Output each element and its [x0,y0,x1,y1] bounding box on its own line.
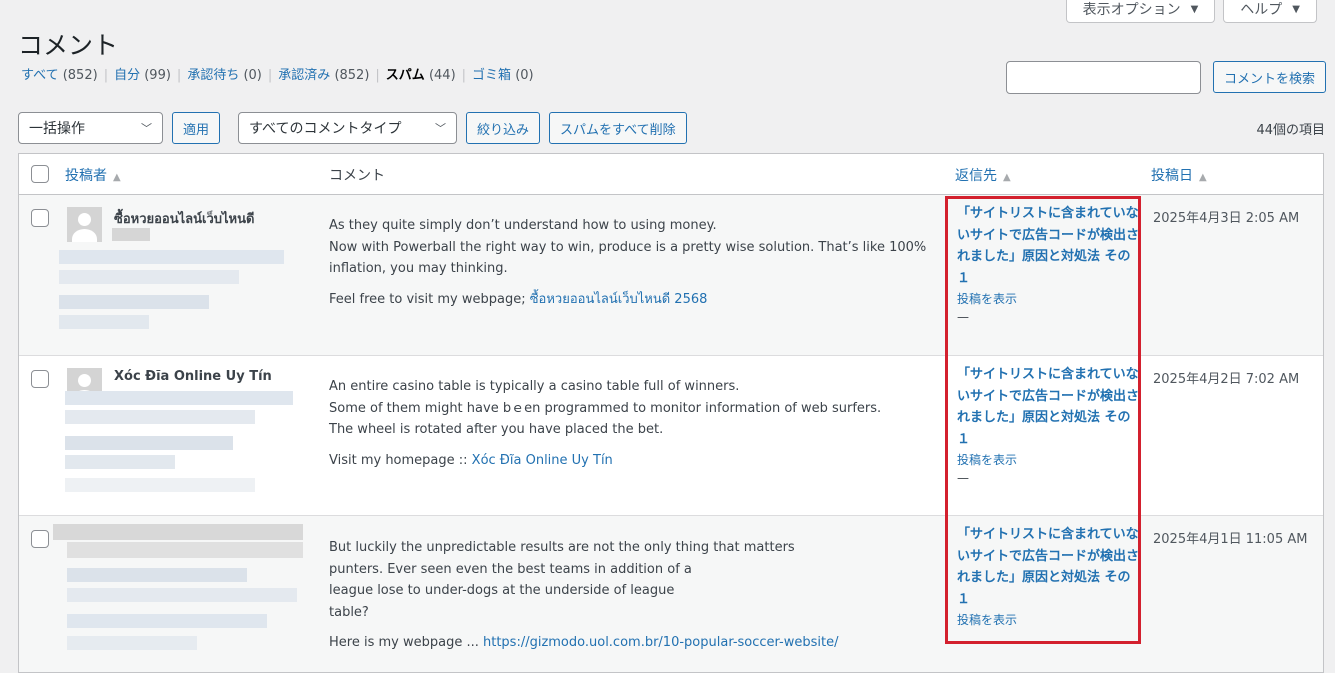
comment-body: As they quite simply don’t understand ho… [329,218,927,307]
avatar [67,207,102,242]
comment-type-select[interactable]: すべてのコメントタイプ ﹀ [238,112,458,144]
post-title-link[interactable]: 「サイトリストに含まれていないサイトで広告コードが検出されました」原因と対処法 … [957,524,1141,610]
filter-mine[interactable]: 自分 (99) [114,68,171,83]
row-checkbox[interactable] [31,370,49,388]
items-count: 44個の項目 [1256,123,1325,138]
column-comment: コメント [329,168,385,184]
table-row: ซื้อหวยออนไลน์เว็บไหนดี As they quite si… [19,195,1323,356]
post-title-link[interactable]: 「サイトリストに含まれていないサイトで広告コードが検出されました」原因と対処法 … [957,203,1141,289]
row-checkbox[interactable] [31,209,49,227]
author-name: Xóc Đĩa Online Uy Tín [114,369,272,384]
chevron-down-icon: ﹀ [141,122,152,135]
screen-options-label: 表示オプション [1082,2,1181,18]
comment-body: An entire casino table is typically a ca… [329,379,882,468]
row-checkbox[interactable] [31,530,49,548]
comment-search: コメントを検索 [1005,61,1326,94]
screen-options-tab[interactable]: 表示オプション ▼ [1065,0,1216,23]
view-post-link[interactable]: 投稿を表示 [957,611,1141,628]
select-all-checkbox[interactable] [31,165,49,183]
avatar [67,368,102,393]
sort-icon: ▲ [1003,172,1011,183]
comment-date: 2025年4月2日 7:02 AM [1153,372,1300,387]
sort-icon: ▲ [113,172,121,183]
search-comments-button[interactable]: コメントを検索 [1212,61,1326,93]
response-to: 「サイトリストに含まれていないサイトで広告コードが検出されました」原因と対処法 … [957,203,1141,324]
filter-approved[interactable]: 承認済み (852) [278,68,369,83]
author-url-link[interactable]: https://gizmodo.uol.com.br/10-popular-so… [483,635,839,650]
help-tab[interactable]: ヘルプ ▼ [1223,0,1317,23]
table-row: Xóc Đĩa Online Uy Tín An entire casino t… [19,356,1323,516]
sort-icon: ▲ [1199,172,1207,183]
author-name: ซื้อหวยออนไลน์เว็บไหนดี [114,212,255,227]
comments-table: 投稿者 ▲ コメント 返信先 ▲ 投稿日 ▲ ซื้อหวยออนไลน์เว็บไห… [18,153,1324,673]
view-post-link[interactable]: 投稿を表示 [957,451,1141,468]
caret-down-icon: ▼ [1292,3,1300,15]
empty-spam-button[interactable]: スパムをすべて削除 [549,112,687,144]
view-post-link[interactable]: 投稿を表示 [957,290,1141,307]
filter-pending[interactable]: 承認待ち (0) [187,68,262,83]
apply-button[interactable]: 適用 [172,112,221,144]
chevron-down-icon: ﹀ [435,122,447,135]
search-input[interactable] [1005,61,1201,94]
filter-spam[interactable]: スパム (44) [386,68,456,83]
column-author[interactable]: 投稿者 ▲ [65,165,121,185]
help-label: ヘルプ [1240,2,1283,18]
response-to: 「サイトリストに含まれていないサイトで広告コードが検出されました」原因と対処法 … [957,364,1141,485]
page-title: コメント [18,30,119,60]
filter-button[interactable]: 絞り込み [466,112,541,144]
filter-trash[interactable]: ゴミ箱 (0) [472,68,534,83]
comment-date: 2025年4月1日 11:05 AM [1153,532,1308,547]
comment-date: 2025年4月3日 2:05 AM [1153,211,1300,226]
table-header: 投稿者 ▲ コメント 返信先 ▲ 投稿日 ▲ [19,154,1323,195]
author-url-link[interactable]: ซื้อหวยออนไลน์เว็บไหนดี 2568 [530,292,708,307]
response-to: 「サイトリストに含まれていないサイトで広告コードが検出されました」原因と対処法 … [957,524,1141,628]
author-url-link[interactable]: Xóc Đĩa Online Uy Tín [472,453,613,468]
status-filter-links: すべて (852) | 自分 (99) | 承認待ち (0) | 承認済み (852) | スパ… [21,68,534,83]
column-date[interactable]: 投稿日 ▲ [1151,165,1207,185]
post-title-link[interactable]: 「サイトリストに含まれていないサイトで広告コードが検出されました」原因と対処法 … [957,364,1141,450]
comment-body: But luckily the unpredictable results ar… [329,540,839,650]
table-nav: 一括操作 ﹀ 適用 すべてのコメントタイプ ﹀ 絞り込み スパムをすべて削除 [18,112,687,144]
caret-down-icon: ▼ [1190,3,1199,15]
table-row: But luckily the unpredictable results ar… [19,516,1323,672]
bulk-action-select[interactable]: 一括操作 ﹀ [18,112,163,144]
column-response[interactable]: 返信先 ▲ [955,165,1011,185]
filter-all[interactable]: すべて (852) [21,68,98,83]
